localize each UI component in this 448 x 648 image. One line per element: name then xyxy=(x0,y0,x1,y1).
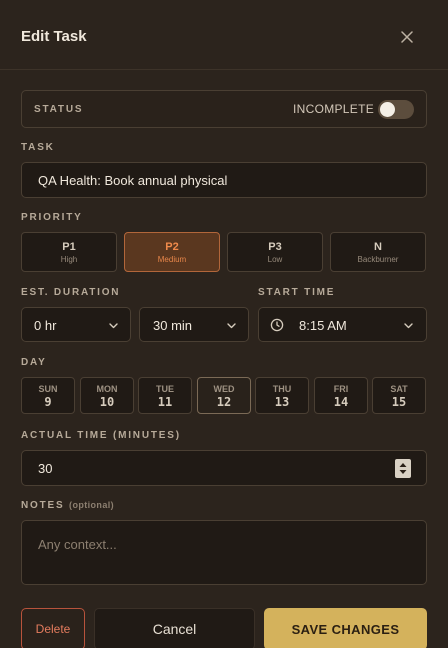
day-option-sun[interactable]: SUN 9 xyxy=(21,377,75,414)
day-option-sat[interactable]: SAT 15 xyxy=(372,377,426,414)
duration-hours-select[interactable]: 0 hr xyxy=(21,307,131,342)
duration-minutes-value: 30 min xyxy=(153,318,193,333)
day-name: FRI xyxy=(333,384,349,394)
day-date: 10 xyxy=(99,395,115,409)
priority-name: Low xyxy=(267,255,283,264)
day-name: THU xyxy=(272,384,292,394)
priority-code: P1 xyxy=(62,241,76,253)
start-time-value: 8:15 AM xyxy=(299,318,347,333)
priority-name: Backburner xyxy=(357,255,399,264)
priority-label: PRIORITY xyxy=(21,212,83,223)
status-label: STATUS xyxy=(34,104,84,115)
notes-optional-hint: (optional) xyxy=(69,500,115,510)
status-value: INCOMPLETE xyxy=(293,102,375,116)
dialog-header: Edit Task xyxy=(0,0,448,70)
start-time-select[interactable]: 8:15 AM xyxy=(258,307,427,342)
task-input-value: QA Health: Book annual physical xyxy=(38,172,228,188)
start-time-label: START TIME xyxy=(258,287,336,298)
priority-option-p2[interactable]: P2 Medium xyxy=(124,232,220,272)
duration-label: EST. DURATION xyxy=(21,287,121,298)
day-name: SAT xyxy=(390,384,408,394)
actual-time-input[interactable]: 30 xyxy=(21,450,427,486)
notes-label-text: NOTES xyxy=(21,500,65,511)
actual-time-value: 30 xyxy=(38,461,53,476)
day-date: 13 xyxy=(274,395,290,409)
number-stepper[interactable] xyxy=(395,459,411,478)
day-option-thu[interactable]: THU 13 xyxy=(255,377,309,414)
priority-option-n[interactable]: N Backburner xyxy=(330,232,426,272)
task-label: TASK xyxy=(21,142,55,153)
priority-name: High xyxy=(60,255,78,264)
priority-code: P3 xyxy=(268,241,282,253)
dialog-title: Edit Task xyxy=(21,28,87,45)
chevron-down-icon xyxy=(227,323,236,329)
duration-hours-value: 0 hr xyxy=(34,318,57,333)
day-option-wed[interactable]: WED 12 xyxy=(197,377,251,414)
status-toggle[interactable] xyxy=(378,100,414,119)
cancel-button[interactable]: Cancel xyxy=(94,608,255,648)
priority-code: P2 xyxy=(165,241,179,253)
priority-option-p1[interactable]: P1 High xyxy=(21,232,117,272)
save-changes-button[interactable]: SAVE CHANGES xyxy=(264,608,427,648)
day-date: 9 xyxy=(44,395,52,409)
day-label: DAY xyxy=(21,357,47,368)
task-input[interactable]: QA Health: Book annual physical xyxy=(21,162,427,198)
actual-time-label: ACTUAL TIME (MINUTES) xyxy=(21,430,181,441)
day-option-tue[interactable]: TUE 11 xyxy=(138,377,192,414)
toggle-knob xyxy=(380,102,395,117)
day-date: 14 xyxy=(333,395,349,409)
status-row: STATUS INCOMPLETE xyxy=(21,90,427,128)
stepper-arrows-icon xyxy=(399,463,407,474)
day-name: WED xyxy=(213,384,235,394)
priority-option-p3[interactable]: P3 Low xyxy=(227,232,323,272)
chevron-down-icon xyxy=(404,323,413,329)
day-option-mon[interactable]: MON 10 xyxy=(80,377,134,414)
priority-name: Medium xyxy=(157,255,187,264)
day-name: SUN xyxy=(38,384,58,394)
notes-textarea[interactable]: Any context... xyxy=(21,520,427,585)
day-name: MON xyxy=(96,384,118,394)
day-date: 15 xyxy=(391,395,407,409)
notes-placeholder: Any context... xyxy=(38,537,117,552)
day-date: 12 xyxy=(216,395,232,409)
day-date: 11 xyxy=(157,395,173,409)
day-option-fri[interactable]: FRI 14 xyxy=(314,377,368,414)
close-button[interactable] xyxy=(396,26,418,48)
duration-minutes-select[interactable]: 30 min xyxy=(139,307,249,342)
clock-icon xyxy=(270,318,284,332)
notes-label: NOTES (optional) xyxy=(21,500,114,511)
delete-button[interactable]: Delete xyxy=(21,608,85,648)
close-icon xyxy=(401,31,413,43)
chevron-down-icon xyxy=(109,323,118,329)
priority-code: N xyxy=(374,241,382,253)
day-name: TUE xyxy=(156,384,174,394)
